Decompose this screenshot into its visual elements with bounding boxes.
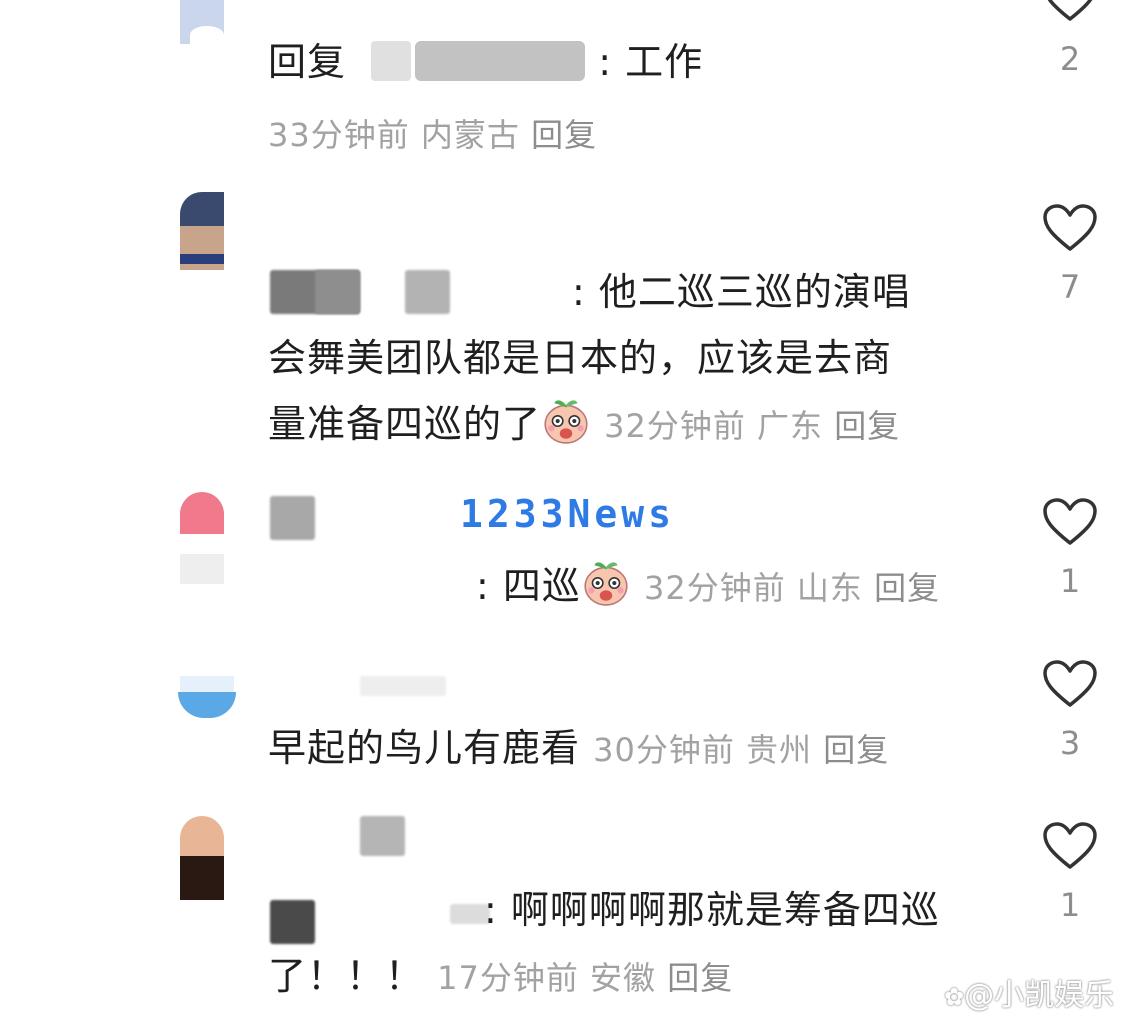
comment-body: 早起的鸟儿有鹿看 bbox=[268, 726, 581, 770]
heart-outline-icon[interactable] bbox=[1043, 498, 1097, 546]
comment-text-line: 会舞美团队都是日本的，应该是去商 bbox=[268, 336, 893, 380]
reply-button[interactable]: 回复 bbox=[667, 959, 733, 997]
corner-watermark: ✿@小凯娱乐 bbox=[944, 970, 1114, 1014]
avatar[interactable] bbox=[178, 676, 238, 720]
heart-outline-icon[interactable] bbox=[1043, 822, 1097, 870]
comment-time: 33分钟前 bbox=[268, 116, 410, 154]
reply-button[interactable]: 回复 bbox=[823, 731, 889, 769]
like-count: 3 bbox=[1059, 724, 1081, 762]
comment-meta: 17分钟前 安徽 回复 bbox=[437, 959, 733, 997]
comment-body: : 四巡 bbox=[476, 564, 581, 608]
like-count: 1 bbox=[1059, 886, 1081, 924]
paw-icon: ✿ bbox=[944, 983, 965, 1011]
comment-region: 广东 bbox=[757, 407, 824, 445]
corner-watermark-text: @小凯娱乐 bbox=[964, 978, 1115, 1013]
comment-text-line: : 啊啊啊啊那就是筹备四巡 bbox=[484, 888, 940, 932]
comment-text-line: 早起的鸟儿有鹿看 30分钟前 贵州 回复 bbox=[268, 716, 889, 782]
comment-text-line: : 他二巡三巡的演唱 bbox=[572, 270, 911, 314]
like-count: 7 bbox=[1059, 268, 1081, 306]
comment-time: 17分钟前 bbox=[437, 959, 579, 997]
like-count: 1 bbox=[1059, 562, 1081, 600]
blurred-username bbox=[360, 676, 446, 696]
comment-time: 30分钟前 bbox=[593, 731, 735, 769]
comment-text-line: 了！！！ 17分钟前 安徽 回复 bbox=[268, 944, 733, 1010]
reply-button[interactable]: 回复 bbox=[531, 116, 597, 154]
blurred-username bbox=[270, 496, 315, 540]
reply-button[interactable]: 回复 bbox=[834, 407, 900, 445]
comment-text-line: 量准备四巡的了 32分钟前 广东 回复 bbox=[268, 392, 900, 458]
reply-button[interactable]: 回复 bbox=[874, 569, 940, 607]
comment-meta: 33分钟前 内蒙古 回复 bbox=[268, 110, 597, 156]
avatar[interactable] bbox=[180, 0, 224, 44]
blurred-username bbox=[405, 270, 450, 314]
comment-body: 量准备四巡的了 bbox=[268, 402, 542, 446]
comment-meta: 32分钟前 广东 回复 bbox=[604, 407, 900, 445]
heart-outline-icon[interactable] bbox=[1043, 660, 1097, 708]
comment-meta: 32分钟前 山东 回复 bbox=[644, 569, 940, 607]
reply-prefix: 回复 bbox=[268, 40, 347, 84]
comment-time: 32分钟前 bbox=[604, 407, 746, 445]
comment-text-line: : 四巡 32分钟前 山东 回复 bbox=[476, 554, 940, 620]
heart-outline-icon[interactable] bbox=[1043, 204, 1097, 252]
comment-body: : 工作 bbox=[598, 40, 704, 84]
comment-text: 回复 : 工作 bbox=[268, 30, 703, 94]
blurred-username bbox=[315, 270, 360, 314]
peach-emoji-icon bbox=[541, 395, 591, 445]
peach-emoji-icon bbox=[581, 557, 631, 607]
overlay-watermark: 1233News bbox=[460, 492, 676, 536]
blurred-username bbox=[270, 900, 315, 944]
comment-region: 安徽 bbox=[590, 959, 657, 997]
avatar[interactable] bbox=[180, 492, 224, 584]
comment-time: 32分钟前 bbox=[643, 569, 786, 607]
heart-outline-icon[interactable] bbox=[1043, 0, 1097, 22]
like-count: 2 bbox=[1059, 40, 1081, 78]
comment-region: 贵州 bbox=[746, 731, 813, 769]
blurred-username bbox=[359, 41, 586, 81]
avatar[interactable] bbox=[180, 192, 224, 270]
comment-meta: 30分钟前 贵州 回复 bbox=[593, 731, 889, 769]
blurred-username bbox=[360, 816, 405, 856]
avatar[interactable] bbox=[180, 816, 224, 900]
comment-region: 内蒙古 bbox=[420, 116, 520, 154]
comment-body: 了！！！ bbox=[268, 954, 425, 998]
comment-region: 山东 bbox=[796, 569, 863, 607]
